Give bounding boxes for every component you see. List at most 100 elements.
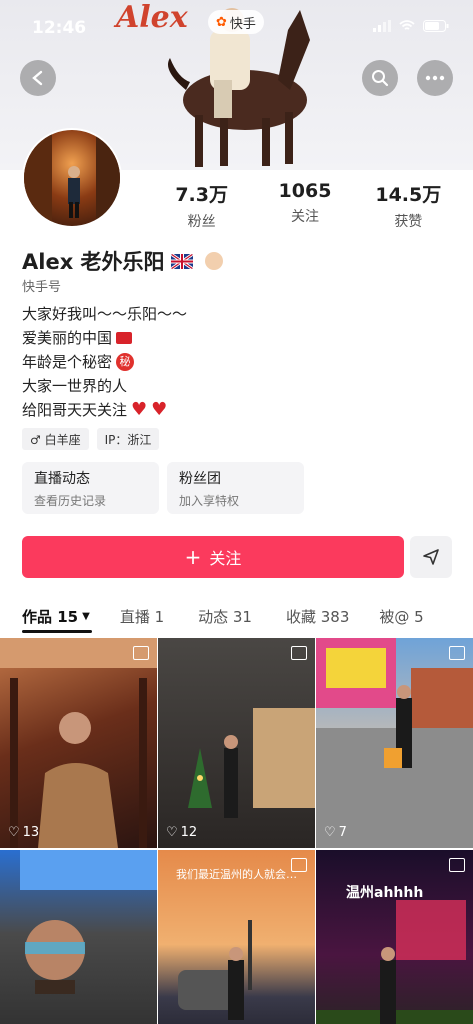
bio: 大家好我叫～～乐阳～～ 爱美丽的中国 年龄是个秘密秘 大家一世界的人 给阳哥天天… (22, 302, 187, 422)
profile-name: Alex 老外乐阳 (22, 250, 165, 274)
tab-label: 作品 15 (22, 607, 79, 626)
image-post-icon (449, 858, 465, 872)
kuaishou-logo-icon: ✿ (216, 14, 227, 30)
image-post-icon (291, 646, 307, 660)
tab-moments[interactable]: 动态 31 (164, 598, 252, 634)
tile-photo (316, 638, 473, 848)
stat-following[interactable]: 1065 关注 (260, 180, 350, 231)
active-tab-indicator (22, 630, 92, 633)
avatar-photo (24, 130, 120, 226)
wifi-icon (399, 20, 415, 30)
card-subtitle: 加入享特权 (179, 494, 240, 508)
image-post-icon (291, 858, 307, 872)
secret-badge-icon: 秘 (116, 353, 135, 371)
like-count-value: 13 (22, 825, 40, 840)
back-button[interactable] (20, 60, 56, 96)
tab-label: 被@ 5 (379, 607, 424, 626)
search-button[interactable] (362, 60, 398, 96)
profile-tags: ♂ 白羊座 IP：浙江 (22, 428, 160, 450)
bio-text: 爱美丽的中国 (22, 329, 113, 347)
stat-likes[interactable]: 14.5万 获赞 (363, 180, 453, 231)
stat-followers[interactable]: 7.3万 粉丝 (157, 180, 247, 231)
bio-text: 大家一世界的人 (22, 377, 128, 395)
card-subtitle: 查看历史记录 (34, 494, 107, 508)
tab-favorites[interactable]: 收藏 383 (252, 598, 349, 634)
feature-cards: 直播动态 查看历史记录 粉丝团 加入享特权 (22, 462, 304, 514)
avatar[interactable] (22, 128, 122, 228)
stat-value: 14.5万 (375, 184, 442, 206)
ip-location-tag: IP：浙江 (96, 428, 160, 450)
kuaishou-id-label[interactable]: 快手号 (22, 276, 61, 295)
tab-mentions[interactable]: 被@ 5 (349, 598, 423, 634)
level-medal-icon[interactable] (204, 252, 223, 270)
search-icon (372, 70, 389, 87)
tile-photo (316, 900, 473, 1024)
like-count-value: 12 (180, 825, 198, 840)
chevron-left-icon (32, 70, 43, 86)
bio-line: 爱美丽的中国 (22, 326, 187, 350)
works-grid: ♡ 13 ♡ 12 ♡ 7 我们最近温州的人就会… 温州ahhhh (0, 638, 473, 1024)
like-count: ♡ 13 (8, 825, 39, 840)
tab-label: 动态 31 (198, 607, 252, 626)
bio-text: 年龄是个秘密 (22, 353, 113, 371)
stat-label: 粉丝 (187, 214, 216, 230)
bio-line: 大家好我叫～～乐阳～～ (22, 302, 187, 326)
card-title: 粉丝团 (179, 471, 221, 487)
share-button[interactable] (410, 536, 452, 578)
tile-photo (0, 638, 157, 848)
grid-item[interactable]: 温州ahhhh (316, 850, 473, 1024)
fan-club-card[interactable]: 粉丝团 加入享特权 (167, 462, 304, 514)
bio-text: 给阳哥天天关注 (22, 401, 128, 419)
stat-value: 1065 (278, 180, 332, 202)
zodiac-tag: ♂ 白羊座 (22, 428, 89, 450)
bio-line: 给阳哥天天关注 ♥ ♥ (22, 398, 187, 422)
image-post-icon (449, 646, 465, 660)
follow-button[interactable]: + 关注 (22, 536, 404, 578)
app-badge: ✿ 快手 (208, 10, 264, 34)
more-dots-icon (425, 75, 445, 81)
image-post-icon (133, 646, 149, 660)
stat-label: 关注 (290, 209, 319, 225)
card-title: 直播动态 (34, 471, 90, 487)
profile-stats: 7.3万 粉丝 1065 关注 14.5万 获赞 (150, 180, 460, 231)
grid-item[interactable]: 我们最近温州的人就会… (158, 850, 315, 1024)
heart-icon: ♥ (151, 399, 168, 420)
bio-line: 大家一世界的人 (22, 374, 187, 398)
heart-outline-icon: ♡ (166, 825, 178, 840)
like-count: ♡ 12 (166, 825, 197, 840)
grid-item[interactable]: ♡ 7 (316, 638, 473, 848)
bio-line: 年龄是个秘密秘 (22, 350, 187, 374)
uk-flag-icon (170, 253, 193, 269)
like-count: ♡ 7 (324, 825, 347, 840)
heart-icon: ♥ (131, 399, 148, 420)
more-button[interactable] (417, 60, 453, 96)
tile-photo (188, 708, 315, 818)
grid-item[interactable]: ♡ 12 (158, 638, 315, 848)
follow-label: 关注 (209, 549, 242, 568)
heart-outline-icon: ♡ (324, 825, 336, 840)
plus-icon: + (184, 545, 202, 569)
stat-label: 获赞 (394, 214, 423, 230)
like-count-value: 7 (338, 825, 347, 840)
caret-down-icon: ▼ (82, 610, 90, 622)
heart-outline-icon: ♡ (8, 825, 20, 840)
content-tabs: 作品 15 ▼ 直播 1 动态 31 收藏 383 被@ 5 (0, 598, 473, 634)
live-history-card[interactable]: 直播动态 查看历史记录 (22, 462, 159, 514)
tab-live[interactable]: 直播 1 (90, 598, 164, 634)
china-flag-icon (116, 332, 133, 344)
bio-text: 大家好我叫～～乐阳～～ (22, 305, 188, 323)
tile-photo (20, 850, 157, 994)
status-icons (373, 20, 449, 32)
grid-item[interactable] (0, 850, 157, 1024)
grid-item[interactable]: ♡ 13 (0, 638, 157, 848)
signal-icon (373, 20, 391, 32)
tab-label: 直播 1 (119, 607, 165, 626)
tile-caption: 温州ahhhh (346, 885, 424, 901)
app-badge-label: 快手 (229, 16, 256, 32)
tab-label: 收藏 383 (285, 607, 350, 626)
send-icon (423, 549, 439, 565)
status-time: 12:46 (32, 18, 87, 38)
name-row: Alex 老外乐阳 (22, 246, 223, 276)
stat-value: 7.3万 (175, 184, 228, 206)
tab-works[interactable]: 作品 15 ▼ (0, 598, 90, 634)
